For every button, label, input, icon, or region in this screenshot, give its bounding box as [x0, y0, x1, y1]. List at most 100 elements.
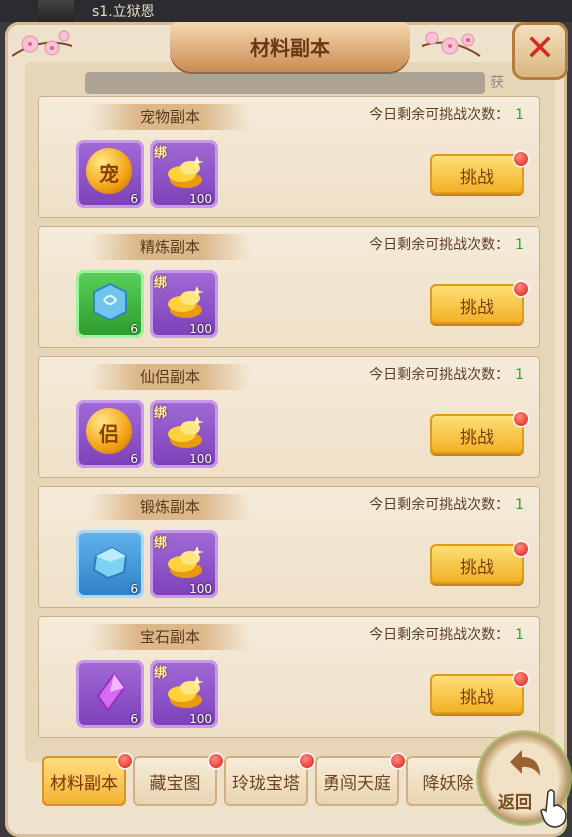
tab-linglong-tower[interactable]: 玲珑宝塔 — [224, 756, 308, 806]
coin-glyph: 侣 — [99, 422, 119, 446]
dungeon-name: 宠物副本 — [90, 104, 250, 130]
purple-gem-icon — [96, 672, 126, 712]
refine-stone-icon — [93, 282, 127, 322]
dungeon-card: 仙侣副本 今日剩余可挑战次数： 1 侣 6 绑 100 挑战 — [38, 356, 540, 478]
back-arrow-icon — [510, 750, 540, 776]
notification-dot — [514, 672, 528, 686]
item-count: 100 — [189, 582, 212, 596]
notification-dot — [514, 542, 528, 556]
reward-item-gold-ingot[interactable]: 绑 100 — [150, 140, 218, 208]
reward-item-forge-stone[interactable]: 6 — [76, 530, 144, 598]
notification-dot — [514, 152, 528, 166]
tab-material-dungeon[interactable]: 材料副本 — [42, 756, 126, 806]
reward-item-pet-coin[interactable]: 宠 6 — [76, 140, 144, 208]
page-title: 材料副本 — [250, 36, 330, 60]
remaining-label: 今日剩余可挑战次数： — [369, 237, 510, 253]
title-banner: 材料副本 — [170, 22, 410, 72]
remaining-attempts: 今日剩余可挑战次数： 1 — [369, 494, 524, 514]
challenge-button-label: 挑战 — [460, 168, 494, 188]
item-count: 6 — [130, 322, 138, 336]
remaining-label: 今日剩余可挑战次数： — [369, 107, 510, 123]
tab-treasure-map[interactable]: 藏宝图 — [133, 756, 217, 806]
notification-dot — [391, 754, 405, 768]
remaining-label: 今日剩余可挑战次数： — [369, 497, 510, 513]
tab-label: 藏宝图 — [149, 774, 201, 794]
reward-item-gold-ingot[interactable]: 绑 100 — [150, 270, 218, 338]
remaining-label: 今日剩余可挑战次数： — [369, 627, 510, 643]
item-count: 100 — [189, 192, 212, 206]
bound-label: 绑 — [154, 666, 168, 681]
challenge-button-label: 挑战 — [460, 558, 494, 578]
forge-stone-icon — [92, 546, 128, 580]
remaining-count: 1 — [515, 107, 524, 123]
pointing-hand-icon — [540, 789, 567, 828]
challenge-button-label: 挑战 — [460, 688, 494, 708]
reward-item-purple-gem[interactable]: 6 — [76, 660, 144, 728]
remaining-count: 1 — [515, 367, 524, 383]
tab-label: 勇闯天庭 — [323, 774, 391, 794]
companion-coin-icon: 侣 — [86, 408, 132, 454]
tab-label: 材料副本 — [50, 774, 118, 794]
remaining-count: 1 — [515, 237, 524, 253]
item-count: 6 — [130, 192, 138, 206]
player-name: s1.立狱恩 — [92, 4, 155, 20]
bound-gold-ingot-icon — [168, 286, 204, 318]
reward-item-refine-stone[interactable]: 6 — [76, 270, 144, 338]
bound-label: 绑 — [154, 276, 168, 291]
back-button-label: 返回 — [498, 793, 532, 813]
bound-label: 绑 — [154, 536, 168, 551]
player-avatar — [38, 0, 74, 22]
challenge-button[interactable]: 挑战 — [430, 414, 524, 454]
item-count: 100 — [189, 712, 212, 726]
bound-gold-ingot-icon — [168, 676, 204, 708]
item-count: 100 — [189, 452, 212, 466]
item-count: 6 — [130, 452, 138, 466]
close-icon[interactable]: ✕ — [512, 28, 568, 69]
challenge-button[interactable]: 挑战 — [430, 674, 524, 714]
bound-gold-ingot-icon — [168, 156, 204, 188]
remaining-attempts: 今日剩余可挑战次数： 1 — [369, 234, 524, 254]
tab-brave-heaven[interactable]: 勇闯天庭 — [315, 756, 399, 806]
notification-dot — [209, 754, 223, 768]
tab-label: 玲珑宝塔 — [232, 774, 300, 794]
challenge-button[interactable]: 挑战 — [430, 284, 524, 324]
bound-gold-ingot-icon — [168, 546, 204, 578]
challenge-button[interactable]: 挑战 — [430, 154, 524, 194]
remaining-count: 1 — [515, 627, 524, 643]
remaining-attempts: 今日剩余可挑战次数： 1 — [369, 624, 524, 644]
notification-dot — [300, 754, 314, 768]
challenge-button-label: 挑战 — [460, 298, 494, 318]
dungeon-card: 宠物副本 今日剩余可挑战次数： 1 宠 6 绑 100 挑战 — [38, 96, 540, 218]
blossom-decoration-left — [12, 30, 73, 57]
info-bar — [85, 72, 485, 94]
item-count: 6 — [130, 582, 138, 596]
remaining-label: 今日剩余可挑战次数： — [369, 367, 510, 383]
challenge-button[interactable]: 挑战 — [430, 544, 524, 584]
dungeon-name: 锻炼副本 — [90, 494, 250, 520]
dungeon-name: 精炼副本 — [90, 234, 250, 260]
dungeon-card: 锻炼副本 今日剩余可挑战次数： 1 6 绑 100 挑战 — [38, 486, 540, 608]
info-bar-text: 获 — [490, 75, 504, 91]
remaining-attempts: 今日剩余可挑战次数： 1 — [369, 364, 524, 384]
item-count: 100 — [189, 322, 212, 336]
blossom-decoration-right — [421, 31, 481, 57]
notification-dot — [514, 282, 528, 296]
reward-item-gold-ingot[interactable]: 绑 100 — [150, 530, 218, 598]
bound-gold-ingot-icon — [168, 416, 204, 448]
challenge-button-label: 挑战 — [460, 428, 494, 448]
dungeon-card: 精炼副本 今日剩余可挑战次数： 1 6 绑 100 挑战 — [38, 226, 540, 348]
item-count: 6 — [130, 712, 138, 726]
reward-item-companion-coin[interactable]: 侣 6 — [76, 400, 144, 468]
remaining-count: 1 — [515, 497, 524, 513]
top-status-bar: s1.立狱恩 — [0, 0, 572, 22]
dungeon-name: 仙侣副本 — [90, 364, 250, 390]
reward-item-gold-ingot[interactable]: 绑 100 — [150, 400, 218, 468]
notification-dot — [514, 412, 528, 426]
reward-item-gold-ingot[interactable]: 绑 100 — [150, 660, 218, 728]
dungeon-name: 宝石副本 — [90, 624, 250, 650]
coin-glyph: 宠 — [99, 162, 119, 186]
close-button[interactable]: ✕ — [512, 22, 568, 80]
remaining-attempts: 今日剩余可挑战次数： 1 — [369, 104, 524, 124]
bound-label: 绑 — [154, 146, 168, 161]
dungeon-card: 宝石副本 今日剩余可挑战次数： 1 6 绑 100 挑战 — [38, 616, 540, 738]
